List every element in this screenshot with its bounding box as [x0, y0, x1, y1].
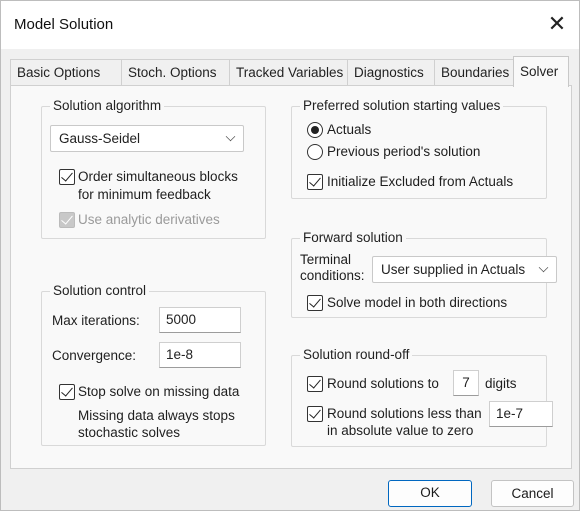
chevron-down-icon [225, 131, 236, 142]
algorithm-selected-value: Gauss-Seidel [59, 131, 141, 146]
round-less-checkbox[interactable] [307, 406, 323, 422]
solution-roundoff-group: Solution round-off Round solutions to 7 … [291, 347, 553, 447]
starting-values-legend: Preferred solution starting values [300, 98, 504, 113]
tab-strip: Basic Options Stoch. Options Tracked Var… [10, 56, 572, 87]
both-directions-checkbox[interactable] [307, 295, 323, 311]
forward-solution-group: Forward solution Terminal conditions: Us… [291, 230, 557, 318]
stop-missing-label: Stop solve on missing data [78, 384, 240, 399]
solution-roundoff-legend: Solution round-off [300, 347, 413, 362]
tab-basic-options[interactable]: Basic Options [10, 59, 122, 86]
both-directions-label: Solve model in both directions [327, 295, 508, 310]
close-icon[interactable]: ✕ [539, 7, 575, 41]
round-threshold-input[interactable]: 1e-7 [489, 401, 553, 427]
order-blocks-label-line2: for minimum feedback [78, 187, 211, 202]
tab-boundaries[interactable]: Boundaries [434, 59, 514, 86]
init-excluded-label: Initialize Excluded from Actuals [327, 174, 514, 189]
init-excluded-checkbox[interactable] [307, 174, 323, 190]
tab-tracked-variables[interactable]: Tracked Variables [229, 59, 348, 86]
order-blocks-checkbox[interactable] [59, 169, 75, 185]
round-to-checkbox[interactable] [307, 376, 323, 392]
analytic-derivatives-label: Use analytic derivatives [78, 212, 220, 227]
tab-stoch-options[interactable]: Stoch. Options [121, 59, 230, 86]
round-to-label: Round solutions to [327, 376, 439, 391]
chevron-down-icon [538, 262, 549, 273]
round-less-label-line1: Round solutions less than [327, 406, 482, 421]
round-digits-input[interactable]: 7 [453, 370, 479, 396]
window-title: Model Solution [14, 16, 114, 33]
solution-algorithm-group: Solution algorithm Gauss-Seidel Order si… [41, 98, 266, 239]
previous-solution-radio[interactable] [307, 144, 323, 160]
solver-tab-panel: Solution algorithm Gauss-Seidel Order si… [10, 85, 572, 469]
actuals-label: Actuals [327, 122, 372, 137]
analytic-derivatives-checkbox[interactable] [59, 212, 75, 228]
terminal-label-line2: conditions: [300, 268, 365, 283]
cancel-button[interactable]: Cancel [491, 480, 574, 507]
previous-solution-label: Previous period's solution [327, 144, 481, 159]
tab-solver[interactable]: Solver [513, 56, 569, 87]
digits-label: digits [485, 376, 517, 391]
solution-algorithm-legend: Solution algorithm [50, 98, 165, 113]
stop-missing-checkbox[interactable] [59, 384, 75, 400]
max-iterations-label: Max iterations: [52, 313, 140, 328]
convergence-input[interactable]: 1e-8 [159, 342, 241, 368]
convergence-label: Convergence: [52, 348, 137, 363]
terminal-label-line1: Terminal [300, 252, 352, 267]
round-less-label-line2: in absolute value to zero [327, 423, 474, 438]
terminal-conditions-select[interactable]: User supplied in Actuals [372, 256, 557, 283]
tab-diagnostics[interactable]: Diagnostics [347, 59, 435, 86]
missing-data-note-line2: stochastic solves [78, 425, 181, 440]
algorithm-select[interactable]: Gauss-Seidel [50, 125, 244, 152]
max-iterations-input[interactable]: 5000 [159, 307, 241, 333]
model-solution-dialog: Model Solution ✕ Basic Options Stoch. Op… [0, 0, 580, 511]
title-bar: Model Solution ✕ [1, 1, 579, 49]
terminal-selected-value: User supplied in Actuals [381, 262, 526, 277]
missing-data-note-line1: Missing data always stops [78, 408, 235, 423]
starting-values-group: Preferred solution starting values Actua… [291, 98, 547, 199]
forward-solution-legend: Forward solution [300, 230, 406, 245]
ok-button[interactable]: OK [388, 480, 472, 507]
solution-control-group: Solution control Max iterations: 5000 Co… [41, 283, 266, 446]
order-blocks-label-line1: Order simultaneous blocks [78, 169, 238, 184]
actuals-radio[interactable] [307, 122, 323, 138]
solution-control-legend: Solution control [50, 283, 150, 298]
